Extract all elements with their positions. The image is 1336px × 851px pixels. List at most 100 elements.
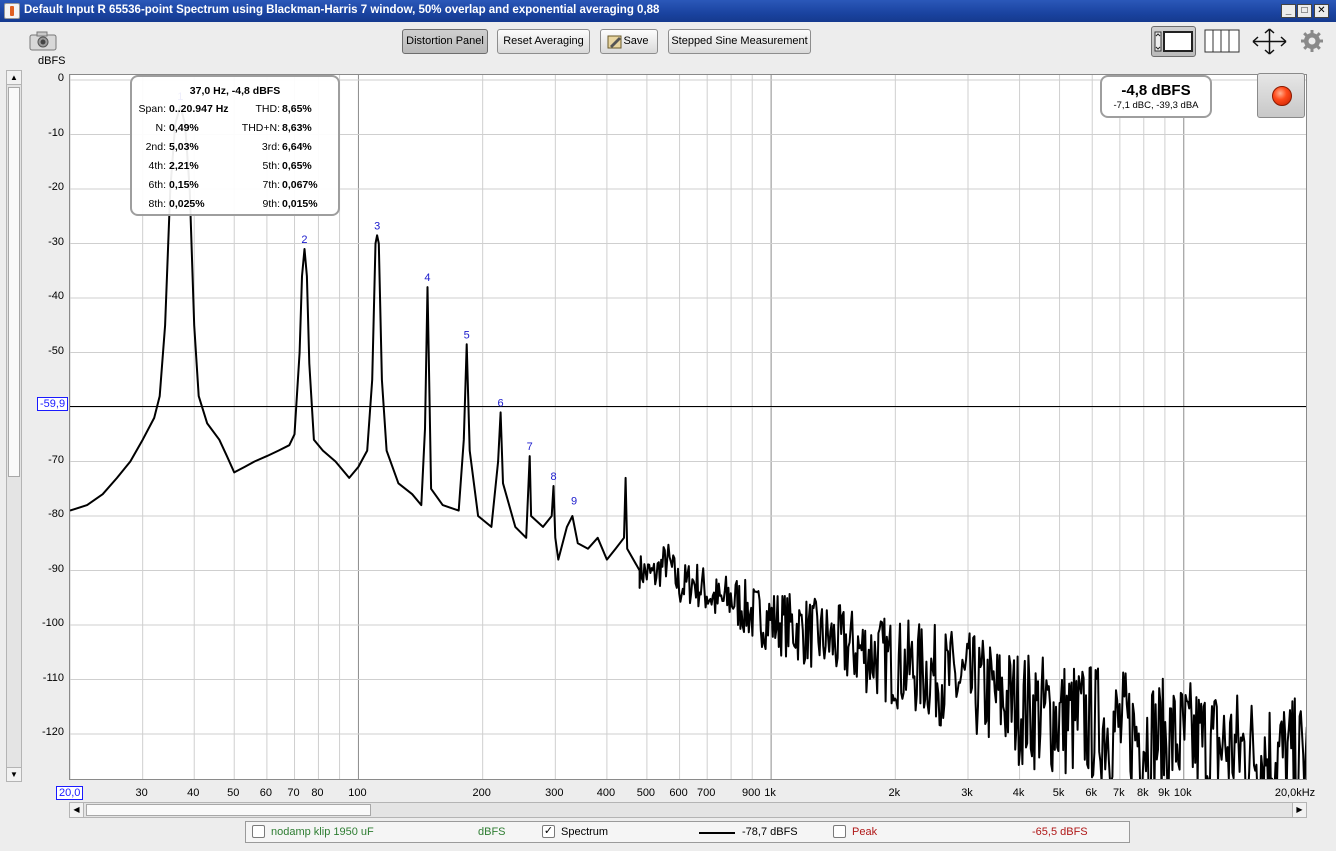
info-v1: 0,15% — [169, 179, 199, 191]
info-k1: Span: — [138, 103, 166, 115]
x-tick-label: 10k — [1173, 787, 1192, 799]
nodamp-checkbox[interactable] — [252, 825, 265, 838]
info-v2: 8,65% — [282, 103, 312, 115]
distortion-panel-button[interactable]: Distortion Panel — [402, 29, 488, 54]
gear-icon[interactable] — [1300, 29, 1324, 53]
info-v1: 2,21% — [169, 160, 199, 172]
y-tick-label: 0 — [57, 72, 64, 84]
stepped-sine-button[interactable]: Stepped Sine Measurement — [668, 29, 811, 54]
scroll-up-arrow-icon[interactable]: ▲ — [7, 71, 21, 85]
cursor-level-label[interactable]: -59,9 — [37, 397, 69, 411]
info-v2: 0,067% — [282, 179, 318, 191]
y-tick-label: -40 — [48, 290, 64, 302]
info-k2: 3rd: — [261, 141, 280, 153]
info-k1: 4th: — [148, 160, 166, 172]
harmonic-label: 7 — [527, 441, 533, 453]
scroll-down-arrow-icon[interactable]: ▼ — [7, 767, 21, 781]
record-button[interactable] — [1257, 73, 1305, 118]
layout-icon[interactable] — [1151, 26, 1196, 57]
java-app-icon — [4, 3, 20, 19]
maximize-button[interactable]: □ — [1297, 4, 1312, 18]
spectrum-line-swatch — [699, 832, 735, 834]
level-main: -4,8 dBFS — [1121, 82, 1191, 99]
y-tick-label: -80 — [48, 508, 64, 520]
info-k2: THD+N: — [241, 122, 280, 134]
save-button[interactable]: Save — [600, 29, 658, 54]
x-tick-label: 9k — [1158, 787, 1170, 799]
x-start-label[interactable]: 20,0 — [56, 786, 84, 800]
x-tick-label: 300 — [545, 787, 564, 799]
info-v2: 0,015% — [282, 198, 318, 210]
info-row: Span: 0..20.947 Hz THD: 8,65% — [132, 103, 338, 117]
harmonic-label: 6 — [497, 397, 503, 409]
legend-item1-unit: dBFS — [478, 826, 506, 838]
x-tick-label: 50 — [227, 787, 240, 799]
x-tick-label: 8k — [1136, 787, 1149, 799]
level-meter-readout: -4,8 dBFS -7,1 dBC, -39,3 dBA — [1100, 75, 1212, 118]
vertical-scroll-thumb[interactable] — [8, 87, 20, 477]
x-tick-label: 80 — [311, 787, 324, 799]
y-tick-label: -10 — [48, 126, 64, 139]
x-tick-label: 700 — [696, 787, 716, 799]
info-k1: 8th: — [148, 198, 166, 210]
info-row: 2nd: 5,03% 3rd: 6,64% — [132, 141, 338, 155]
x-tick-label: 900 — [742, 787, 761, 799]
info-v2: 6,64% — [282, 141, 312, 153]
legend-bar: nodamp klip 1950 uF dBFS ✓ Spectrum -78,… — [245, 821, 1130, 843]
camera-icon[interactable] — [28, 29, 58, 53]
info-row: 4th: 2,21% 5th: 0,65% — [132, 160, 338, 174]
harmonic-label: 5 — [464, 329, 470, 341]
x-tick-label: 6k — [1085, 787, 1098, 799]
info-k1: N: — [155, 122, 167, 134]
save-button-label: Save — [623, 35, 649, 47]
y-tick-label: -90 — [48, 562, 64, 575]
x-tick-label: 5k — [1052, 787, 1065, 799]
info-v1: 0,025% — [169, 198, 205, 210]
legend-item2-name: Spectrum — [561, 826, 609, 838]
info-row: N: 0,49% THD+N: 8,63% — [132, 122, 338, 136]
spectrum-checkbox[interactable]: ✓ — [542, 825, 555, 838]
x-tick-label: 200 — [472, 787, 491, 799]
distortion-info-panel[interactable]: 37,0 Hz, -4,8 dBFS Span: 0..20.947 Hz THD:… — [130, 75, 340, 216]
x-tick-label: 3k — [961, 787, 973, 799]
y-tick-label: -120 — [41, 726, 64, 738]
expand-arrows-icon[interactable] — [1251, 28, 1288, 55]
harmonic-label: 9 — [571, 496, 577, 508]
scroll-right-arrow-icon[interactable]: ▶ — [1292, 803, 1306, 817]
window-title: Default Input R 65536-point Spectrum usi… — [24, 4, 660, 16]
y-tick-label: -100 — [41, 617, 64, 629]
x-end-label: 20,0kHz — [1274, 787, 1316, 799]
minimize-button[interactable]: _ — [1281, 4, 1296, 18]
info-v1: 0,49% — [169, 122, 199, 134]
y-tick-label: -70 — [48, 453, 64, 466]
close-button[interactable]: ✕ — [1314, 4, 1329, 18]
save-icon — [607, 35, 622, 49]
columns-icon[interactable] — [1204, 29, 1240, 53]
reset-averaging-button[interactable]: Reset Averaging — [497, 29, 590, 54]
horizontal-scroll-thumb[interactable] — [86, 804, 371, 816]
info-k2: THD: — [255, 103, 281, 115]
x-tick-label: 40 — [187, 787, 200, 799]
info-k2: 9th: — [262, 198, 280, 210]
y-tick-label: -50 — [48, 344, 64, 357]
scroll-left-arrow-icon[interactable]: ◀ — [70, 803, 84, 817]
y-tick-label: -110 — [42, 671, 64, 684]
info-v1: 5,03% — [169, 141, 199, 153]
x-tick-label: 500 — [636, 787, 656, 799]
info-row: 8th: 0,025% 9th: 0,015% — [132, 198, 338, 212]
x-tick-label: 7k — [1113, 787, 1125, 799]
x-tick-label: 400 — [596, 787, 616, 799]
title-bar: Default Input R 65536-point Spectrum usi… — [0, 0, 1336, 22]
y-tick-label: -20 — [48, 181, 64, 193]
record-icon — [1272, 86, 1292, 106]
legend-item3-name: Peak — [852, 826, 878, 838]
x-tick-label: 60 — [259, 787, 273, 799]
level-sub: -7,1 dBC, -39,3 dBA — [1113, 100, 1199, 111]
horizontal-scrollbar[interactable]: ◀ ▶ — [69, 802, 1307, 818]
legend-item3-value: -65,5 dBFS — [1032, 826, 1088, 838]
peak-checkbox[interactable] — [833, 825, 846, 838]
y-tick-label: -30 — [48, 235, 64, 248]
harmonic-label: 2 — [301, 234, 307, 246]
y-axis-unit: dBFS — [38, 55, 66, 67]
x-tick-label: 1k — [764, 787, 776, 799]
